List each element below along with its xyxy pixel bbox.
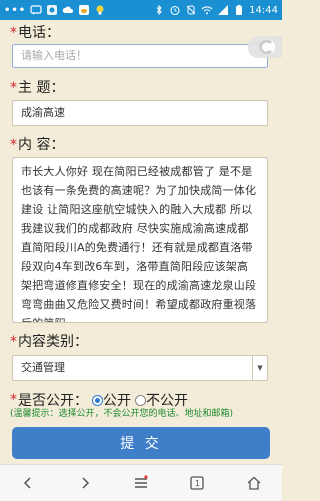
mute-icon	[186, 5, 196, 15]
category-label: *内容类别：	[10, 334, 88, 350]
submit-button[interactable]: 提 交	[12, 427, 270, 459]
back-button[interactable]	[13, 468, 43, 498]
alarm-icon	[170, 5, 180, 16]
bluetooth-icon	[156, 4, 162, 16]
home-button[interactable]	[239, 468, 269, 498]
app-icon	[47, 5, 58, 15]
subject-value: 成渝高速	[21, 106, 65, 119]
clock: 14:44	[249, 4, 278, 16]
category-value: 交通管理	[21, 361, 65, 374]
menu-button[interactable]	[126, 468, 156, 498]
cloud-icon	[62, 6, 74, 13]
back-arrow-icon	[24, 477, 31, 489]
subject-input[interactable]: 成渝高速	[12, 100, 268, 126]
tab-count: 1	[194, 478, 200, 488]
category-select[interactable]: 交通管理 ▼	[12, 355, 268, 381]
forward-arrow-icon	[82, 477, 89, 489]
more-dots-icon: •••	[4, 4, 27, 16]
subject-label: *主 题：	[10, 80, 65, 96]
edge-app-icon	[259, 39, 275, 55]
menu-icon	[134, 475, 148, 488]
battery-icon	[236, 5, 243, 15]
message-icon	[30, 5, 42, 15]
wifi-icon	[201, 6, 213, 15]
content-textarea[interactable]: 市长大人你好 现在简阳已经被成都管了 是不是也该有一条免费的高速呢？为了加快成简…	[12, 157, 268, 323]
status-bar: ••• 14:44	[0, 0, 282, 20]
phone-placeholder: 请输入电话！	[21, 49, 87, 62]
radio-checked-icon[interactable]	[92, 394, 103, 406]
content-label: *内 容：	[10, 137, 65, 153]
required-mark: *	[10, 25, 17, 41]
weibo-icon	[79, 5, 90, 15]
forward-button[interactable]	[70, 468, 100, 498]
signal-icon	[218, 5, 229, 15]
status-icons-left: •••	[4, 4, 106, 16]
browser-nav-bar: 1	[0, 464, 282, 501]
home-icon	[247, 476, 261, 490]
floating-side-tab[interactable]	[248, 36, 282, 58]
status-icons-right: 14:44	[153, 4, 278, 16]
phone-label: *电话：	[10, 25, 60, 41]
content-value: 市长大人你好 现在简阳已经被成都管了 是不是也该有一条免费的高速呢？为了加快成简…	[21, 165, 257, 322]
radio-unchecked-icon[interactable]	[135, 394, 146, 406]
lightbulb-icon	[96, 5, 104, 15]
phone-input[interactable]: 请输入电话！	[12, 44, 268, 68]
tabs-button[interactable]: 1	[182, 468, 212, 498]
privacy-hint: (温馨提示：选择公开，不会公开您的电话、地址和邮箱)	[10, 409, 234, 419]
dropdown-arrow-icon[interactable]: ▼	[252, 356, 267, 380]
